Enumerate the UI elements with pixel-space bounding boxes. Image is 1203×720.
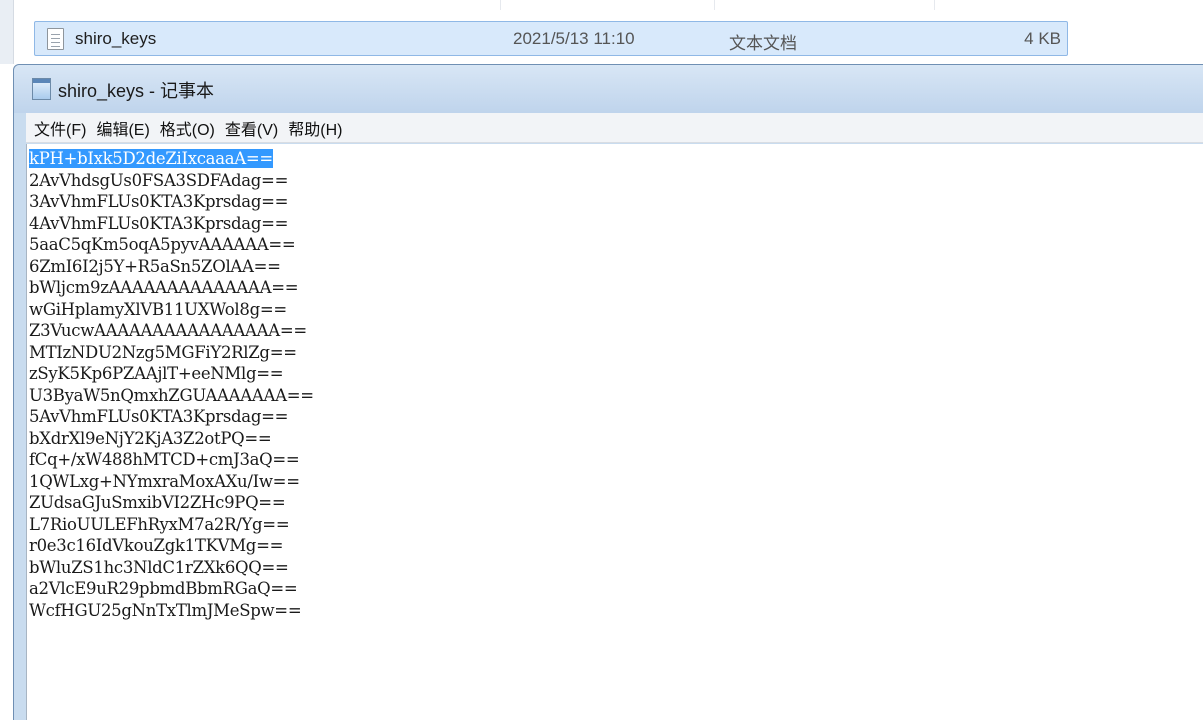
file-name: shiro_keys [75,29,157,48]
text-file-icon [47,28,64,50]
text-line-content: WcfHGU25gNnTxTlmJMeSpw== [29,600,302,620]
text-line-content: 5AvVhmFLUs0KTA3Kprsdag== [29,407,289,426]
text-line: zSyK5Kp6PZAAjlT+eeNMlg== [29,363,1203,385]
text-line: kPH+bIxk5D2deZiIxcaaaA== [29,148,1203,170]
text-line: WcfHGU25gNnTxTlmJMeSpw== [29,600,1203,622]
menu-help[interactable]: 帮助(H) [288,114,342,142]
text-line-content: fCq+/xW488hMTCD+cmJ3aQ== [29,450,300,469]
text-line-content: bXdrXl9eNjY2KjA3Z2otPQ== [29,428,272,448]
text-line-content: bWljcm9zAAAAAAAAAAAAAA== [29,278,299,297]
text-line-content: 3AvVhmFLUs0KTA3Kprsdag== [29,192,289,211]
text-line: bWljcm9zAAAAAAAAAAAAAA== [29,277,1203,299]
text-line: MTIzNDU2Nzg5MGFiY2RlZg== [29,342,1203,364]
text-line: bXdrXl9eNjY2KjA3Z2otPQ== [29,428,1203,450]
text-line: 5aaC5qKm5oqA5pyvAAAAAA== [29,234,1203,256]
text-line: U3ByaW5nQmxhZGUAAAAAAA== [29,385,1203,407]
file-modified-date: 2021/5/13 11:10 [513,29,635,48]
column-divider [934,0,935,10]
file-row-shiro-keys[interactable]: shiro_keys 2021/5/13 11:10 文本文档 4 KB [34,21,1068,56]
column-divider [714,0,715,10]
menu-view[interactable]: 查看(V) [225,114,278,142]
text-line-content: kPH+bIxk5D2deZiIxcaaaA== [29,149,273,168]
text-line-content: a2VlcE9uR29pbmdBbmRGaQ== [29,579,298,598]
text-line: 2AvVhdsgUs0FSA3SDFAdag== [29,170,1203,192]
window-title: shiro_keys - 记事本 [58,81,215,101]
text-line-content: 1QWLxg+NYmxraMoxAXu/Iw== [29,471,300,491]
notepad-titlebar[interactable]: shiro_keys - 记事本 [14,65,1203,113]
text-line: L7RioUULEFhRyxM7a2R/Yg== [29,514,1203,536]
menu-edit[interactable]: 编辑(E) [96,114,149,142]
text-line: 1QWLxg+NYmxraMoxAXu/Iw== [29,471,1203,493]
text-line-content: 4AvVhmFLUs0KTA3Kprsdag== [29,213,289,233]
text-line-content: L7RioUULEFhRyxM7a2R/Yg== [29,514,290,534]
text-line-content: wGiHplamyXlVB11UXWol8g== [29,299,287,319]
text-line-content: 6ZmI6I2j5Y+R5aSn5ZOlAA== [29,256,281,276]
text-line-content: Z3VucwAAAAAAAAAAAAAAAA== [29,321,307,340]
text-line: 3AvVhmFLUs0KTA3Kprsdag== [29,191,1203,213]
text-line: ZUdsaGJuSmxibVI2ZHc9PQ== [29,492,1203,514]
text-line: 6ZmI6I2j5Y+R5aSn5ZOlAA== [29,256,1203,278]
text-line: wGiHplamyXlVB11UXWol8g== [29,299,1203,321]
menu-format[interactable]: 格式(O) [160,114,215,142]
text-editor-area[interactable]: kPH+bIxk5D2deZiIxcaaaA== 2AvVhdsgUs0FSA3S… [26,144,1203,720]
text-line-content: MTIzNDU2Nzg5MGFiY2RlZg== [29,342,297,362]
text-line: bWluZS1hc3NldC1rZXk6QQ== [29,557,1203,579]
notepad-window: shiro_keys - 记事本 文件(F) 编辑(E) 格式(O) 查看(V)… [13,64,1203,720]
text-line-content: U3ByaW5nQmxhZGUAAAAAAA== [29,385,314,405]
text-line: Z3VucwAAAAAAAAAAAAAAAA== [29,320,1203,342]
text-line-content: ZUdsaGJuSmxibVI2ZHc9PQ== [29,493,286,512]
explorer-left-edge [0,0,14,64]
file-size: 4 KB [1024,29,1061,48]
menu-file[interactable]: 文件(F) [34,114,86,142]
text-line: fCq+/xW488hMTCD+cmJ3aQ== [29,449,1203,471]
text-line-content: bWluZS1hc3NldC1rZXk6QQ== [29,557,289,577]
text-line-content: r0e3c16IdVkouZgk1TKVMg== [29,536,284,555]
text-line-content: 5aaC5qKm5oqA5pyvAAAAAA== [29,235,296,254]
text-line: 5AvVhmFLUs0KTA3Kprsdag== [29,406,1203,428]
notepad-icon [32,78,51,100]
text-line-content: zSyK5Kp6PZAAjlT+eeNMlg== [29,364,284,383]
text-line: 4AvVhmFLUs0KTA3Kprsdag== [29,213,1203,235]
text-line-content: 2AvVhdsgUs0FSA3SDFAdag== [29,170,289,190]
menu-bar: 文件(F) 编辑(E) 格式(O) 查看(V) 帮助(H) [26,113,1203,143]
text-line: a2VlcE9uR29pbmdBbmRGaQ== [29,578,1203,600]
column-divider [500,0,501,10]
text-line: r0e3c16IdVkouZgk1TKVMg== [29,535,1203,557]
file-type: 文本文档 [729,34,797,53]
